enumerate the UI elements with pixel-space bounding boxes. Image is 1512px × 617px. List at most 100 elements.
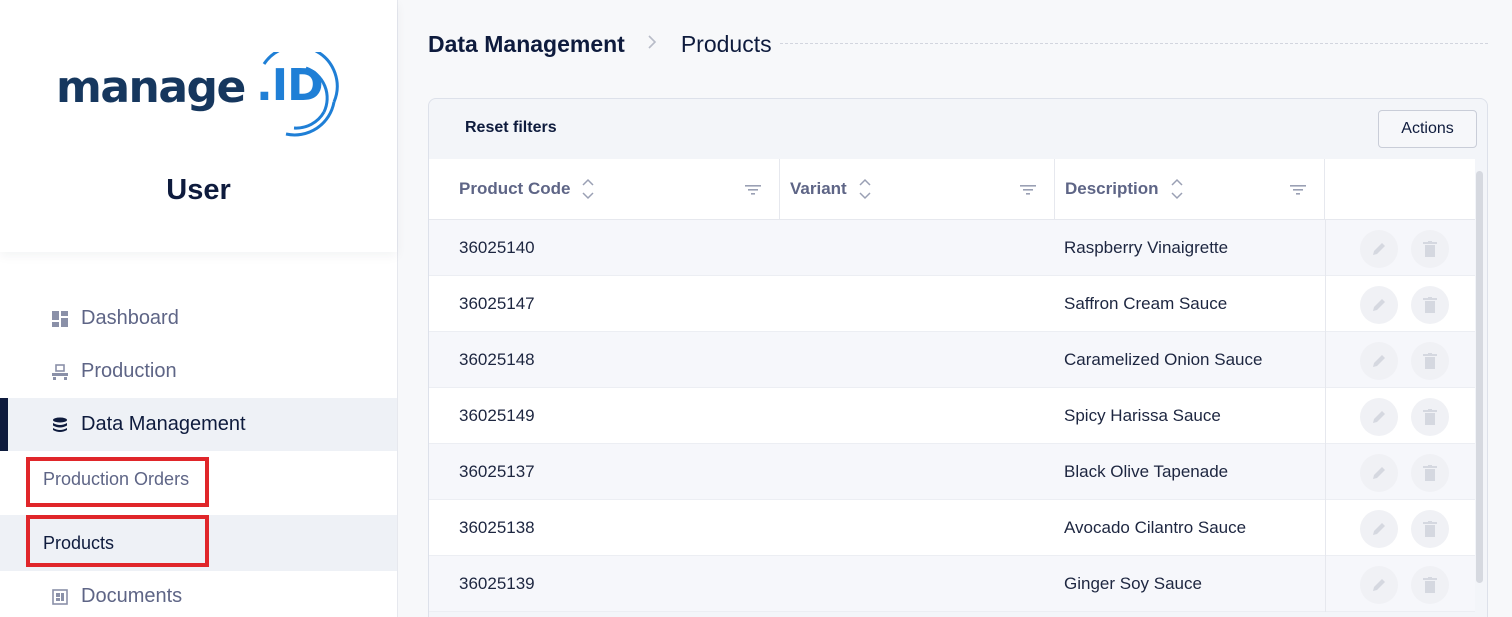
table-row[interactable]: 36025139 Ginger Soy Sauce — [429, 556, 1475, 612]
edit-button[interactable] — [1360, 398, 1398, 436]
sidebar-item-label: Dashboard — [81, 307, 179, 329]
sidebar-item-label: Production — [81, 360, 177, 382]
table-scrollbar[interactable] — [1476, 171, 1483, 583]
cell-product-code: 36025149 — [459, 406, 535, 425]
edit-button[interactable] — [1360, 230, 1398, 268]
production-icon — [52, 363, 68, 380]
table-row[interactable]: 36025149 Spicy Harissa Sauce — [429, 388, 1475, 444]
trash-icon — [1423, 577, 1437, 593]
sort-icon[interactable] — [582, 177, 594, 201]
sidebar-nav: Dashboard Production Data Management Pro… — [0, 292, 397, 617]
table-row[interactable]: 36025147 Saffron Cream Sauce — [429, 276, 1475, 332]
logo[interactable]: manage .ID — [56, 52, 346, 142]
column-header-label: Description — [1065, 179, 1159, 198]
filter-icon[interactable] — [1020, 181, 1036, 201]
chevron-right-icon — [647, 34, 657, 55]
delete-button[interactable] — [1411, 510, 1449, 548]
trash-icon — [1423, 521, 1437, 537]
cell-product-code: 36025147 — [459, 294, 535, 313]
trash-icon — [1423, 297, 1437, 313]
row-actions — [1325, 276, 1475, 332]
cell-description: Caramelized Onion Sauce — [1064, 350, 1263, 369]
logo-wordmark: manage — [56, 62, 246, 113]
delete-button[interactable] — [1411, 230, 1449, 268]
actions-button[interactable]: Actions — [1378, 110, 1477, 148]
delete-button[interactable] — [1411, 454, 1449, 492]
logo-arcs-icon — [262, 52, 339, 137]
filter-icon[interactable] — [1290, 181, 1306, 201]
cell-description: Black Olive Tapenade — [1064, 462, 1229, 481]
cell-product-code: 36025140 — [459, 238, 535, 257]
column-header-label: Product Code — [459, 179, 571, 198]
column-header-description[interactable]: Description — [1055, 159, 1325, 219]
filter-icon[interactable] — [745, 181, 761, 201]
highlight-box — [26, 515, 209, 567]
reset-filters-button[interactable]: Reset filters — [465, 119, 557, 137]
column-header-product-code[interactable]: Product Code — [429, 159, 780, 219]
sidebar-header: manage .ID User — [0, 0, 397, 252]
sidebar-item-production[interactable]: Production — [0, 345, 397, 398]
pencil-icon — [1373, 243, 1385, 255]
highlight-box — [26, 457, 209, 507]
cell-product-code: 36025138 — [459, 518, 535, 537]
sidebar: manage .ID User Dashboard Production Dat… — [0, 0, 398, 617]
row-actions — [1325, 556, 1475, 612]
sidebar-item-documents[interactable]: Documents — [0, 570, 397, 617]
cell-description: Raspberry Vinaigrette — [1064, 238, 1229, 257]
sidebar-item-label: Data Management — [81, 413, 246, 435]
column-header-label: Variant — [790, 179, 847, 198]
trash-icon — [1423, 241, 1437, 257]
delete-button[interactable] — [1411, 566, 1449, 604]
breadcrumb-current: Products — [680, 30, 772, 57]
edit-button[interactable] — [1360, 566, 1398, 604]
edit-button[interactable] — [1360, 510, 1398, 548]
sidebar-subitem-products[interactable]: Products — [0, 515, 397, 571]
database-icon — [52, 417, 68, 433]
delete-button[interactable] — [1411, 342, 1449, 380]
trash-icon — [1423, 353, 1437, 369]
row-actions — [1325, 388, 1475, 444]
sidebar-user-title: User — [166, 174, 231, 206]
edit-button[interactable] — [1360, 286, 1398, 324]
products-table: Product Code Variant Description 3602514… — [429, 159, 1475, 612]
sidebar-item-dashboard[interactable]: Dashboard — [0, 292, 397, 345]
pencil-icon — [1373, 523, 1385, 535]
cell-product-code: 36025137 — [459, 462, 535, 481]
breadcrumb-root[interactable]: Data Management — [428, 31, 625, 58]
row-actions — [1325, 332, 1475, 388]
breadcrumb-divider — [780, 43, 1488, 44]
row-actions — [1325, 220, 1475, 276]
sidebar-item-data-management[interactable]: Data Management — [0, 398, 397, 451]
cell-description: Saffron Cream Sauce — [1064, 294, 1228, 313]
pencil-icon — [1373, 411, 1385, 423]
cell-product-code: 36025139 — [459, 574, 535, 593]
documents-icon — [52, 588, 68, 605]
table-row[interactable]: 36025137 Black Olive Tapenade — [429, 444, 1475, 500]
sort-icon[interactable] — [859, 177, 871, 201]
table-body: 36025140 Raspberry Vinaigrette 36025147 … — [429, 220, 1475, 612]
cell-description: Avocado Cilantro Sauce — [1064, 518, 1247, 537]
breadcrumb: Data Management Products — [428, 28, 772, 60]
sort-icon[interactable] — [1171, 177, 1183, 201]
trash-icon — [1423, 465, 1437, 481]
cell-product-code: 36025148 — [459, 350, 535, 369]
pencil-icon — [1373, 299, 1385, 311]
products-card: Reset filters Actions Product Code Varia… — [428, 98, 1488, 617]
edit-button[interactable] — [1360, 454, 1398, 492]
table-row[interactable]: 36025140 Raspberry Vinaigrette — [429, 220, 1475, 276]
column-header-variant[interactable]: Variant — [780, 159, 1055, 219]
row-actions — [1325, 444, 1475, 500]
pencil-icon — [1373, 579, 1385, 591]
row-actions — [1325, 500, 1475, 556]
table-row[interactable]: 36025138 Avocado Cilantro Sauce — [429, 500, 1475, 556]
table-header: Product Code Variant Description — [429, 159, 1475, 220]
sidebar-item-label: Documents — [81, 585, 183, 607]
delete-button[interactable] — [1411, 398, 1449, 436]
trash-icon — [1423, 409, 1437, 425]
pencil-icon — [1373, 467, 1385, 479]
table-row[interactable]: 36025148 Caramelized Onion Sauce — [429, 332, 1475, 388]
delete-button[interactable] — [1411, 286, 1449, 324]
cell-description: Ginger Soy Sauce — [1064, 574, 1202, 593]
sidebar-subitem-production-orders[interactable]: Production Orders — [0, 451, 397, 507]
edit-button[interactable] — [1360, 342, 1398, 380]
